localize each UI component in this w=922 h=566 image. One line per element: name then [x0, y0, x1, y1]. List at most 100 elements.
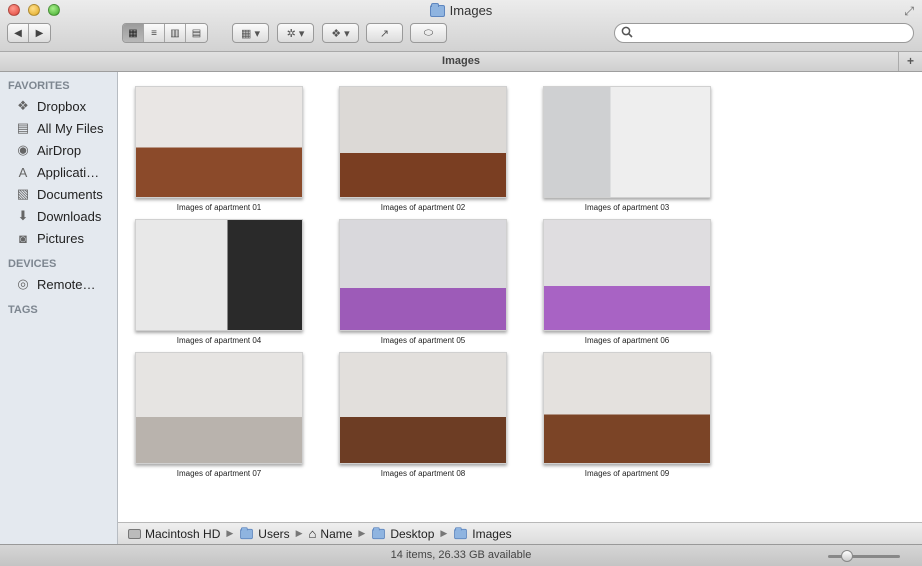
path-item[interactable]: Desktop: [371, 527, 434, 541]
tab-header: Images +: [0, 52, 922, 72]
folder-icon: [429, 2, 445, 17]
image-thumbnail[interactable]: [543, 219, 711, 331]
path-item[interactable]: Users: [239, 526, 290, 541]
status-bar: 14 items, 26.33 GB available: [0, 544, 922, 566]
disk-icon: ◎: [17, 276, 29, 291]
file-name[interactable]: Images of apartment 04: [134, 336, 304, 345]
favorite-icon: ⬇: [17, 208, 29, 223]
sidebar-item-label: Pictures: [37, 230, 84, 246]
favorite-icon: ◉: [17, 142, 29, 157]
favorite-icon: ▧: [16, 186, 30, 201]
search-field[interactable]: [614, 23, 914, 43]
tag-button[interactable]: ⬭: [410, 23, 447, 43]
back-button[interactable]: ◀: [8, 24, 29, 42]
slider-knob[interactable]: [841, 550, 853, 562]
icon-view-button[interactable]: ▦: [123, 24, 144, 42]
sidebar-item-downloads[interactable]: ⬇ Downloads: [0, 205, 117, 227]
coverflow-view-button[interactable]: ▤: [186, 24, 207, 42]
path-separator-icon: ▶: [226, 528, 234, 538]
sidebar-item-label: Downloads: [37, 208, 102, 224]
image-thumbnail[interactable]: [339, 352, 507, 464]
toolbar: Images ⤢ ◀ ▶ ▦ ≡ ▥ ▤ ▦ ▾ ✲ ▾ ❖ ▾ ↗ ⬭: [0, 0, 922, 52]
file-item[interactable]: Images of apartment 05: [338, 219, 508, 345]
file-item[interactable]: Images of apartment 09: [542, 352, 712, 478]
status-text: 14 items, 26.33 GB available: [390, 549, 532, 561]
file-item[interactable]: Images of apartment 06: [542, 219, 712, 345]
path-item-label: Users: [258, 526, 290, 541]
image-thumbnail[interactable]: [339, 86, 507, 198]
finder-window: Images ⤢ ◀ ▶ ▦ ≡ ▥ ▤ ▦ ▾ ✲ ▾ ❖ ▾ ↗ ⬭ Ima…: [0, 0, 922, 566]
folder-icon: [240, 526, 254, 539]
folder-icon: [454, 526, 468, 539]
file-item[interactable]: Images of apartment 08: [338, 352, 508, 478]
path-separator-icon: ▶: [295, 528, 303, 538]
devices-heading: DEVICES: [8, 258, 57, 270]
file-item[interactable]: Images of apartment 03: [542, 86, 712, 212]
window-title-text: Images: [449, 3, 493, 18]
image-thumbnail[interactable]: [543, 352, 711, 464]
path-separator-icon: ▶: [440, 528, 448, 538]
file-grid: Images of apartment 01 Images of apartmen…: [118, 72, 922, 522]
sidebar-item-label: Dropbox: [37, 98, 87, 114]
path-item-label: Name: [320, 526, 353, 541]
sidebar-item-applicati[interactable]: A Applicati…: [0, 161, 117, 183]
arrange-button[interactable]: ▦ ▾: [232, 23, 269, 43]
sidebar-item-remote[interactable]: ◎ Remote…: [0, 273, 117, 295]
sidebar: FAVORITES ❖ Dropbox ▤ All My Files ◉ AirDrop A…: [0, 72, 118, 544]
file-name[interactable]: Images of apartment 07: [134, 469, 304, 478]
sidebar-item-documents[interactable]: ▧ Documents: [0, 183, 117, 205]
favorite-icon: ❖: [17, 98, 29, 113]
tags-heading: TAGS: [8, 304, 38, 316]
sidebar-item-airdrop[interactable]: ◉ AirDrop: [0, 139, 117, 161]
file-item[interactable]: Images of apartment 07: [134, 352, 304, 478]
fullscreen-icon[interactable]: ⤢: [904, 4, 914, 19]
path-item-label: Images: [472, 526, 512, 541]
image-thumbnail[interactable]: [339, 219, 507, 331]
path-item[interactable]: Macintosh HD: [128, 527, 220, 541]
view-mode-segment: ▦ ≡ ▥ ▤: [122, 23, 208, 43]
image-thumbnail[interactable]: [543, 86, 711, 198]
sidebar-item-all-my-files[interactable]: ▤ All My Files: [0, 117, 117, 139]
action-button[interactable]: ✲ ▾: [277, 23, 314, 43]
favorites-heading: FAVORITES: [8, 80, 70, 92]
file-item[interactable]: Images of apartment 01: [134, 86, 304, 212]
path-item-label: Macintosh HD: [145, 526, 221, 541]
file-name[interactable]: Images of apartment 06: [542, 336, 712, 345]
path-item[interactable]: Images: [453, 526, 512, 541]
path-bar: Macintosh HD ▶ Users ▶ ⌂ Name ▶ Desktop ▶ Images: [118, 522, 922, 544]
list-view-button[interactable]: ≡: [144, 24, 165, 42]
column-view-button[interactable]: ▥: [165, 24, 186, 42]
file-name[interactable]: Images of apartment 08: [338, 469, 508, 478]
file-item[interactable]: Images of apartment 02: [338, 86, 508, 212]
forward-button[interactable]: ▶: [29, 24, 50, 42]
hard-disk-icon: [128, 528, 141, 539]
file-name[interactable]: Images of apartment 09: [542, 469, 712, 478]
window-title: Images: [0, 2, 922, 18]
share-button[interactable]: ↗: [366, 23, 403, 43]
sidebar-item-label: Remote…: [37, 276, 96, 292]
sidebar-item-pictures[interactable]: ◙ Pictures: [0, 227, 117, 249]
search-icon: [621, 26, 633, 41]
file-item[interactable]: Images of apartment 04: [134, 219, 304, 345]
file-name[interactable]: Images of apartment 05: [338, 336, 508, 345]
new-tab-button[interactable]: +: [898, 52, 922, 71]
icon-size-slider[interactable]: [828, 550, 900, 562]
search-input[interactable]: [637, 26, 907, 40]
image-thumbnail[interactable]: [135, 86, 303, 198]
image-thumbnail[interactable]: [135, 352, 303, 464]
path-item[interactable]: ⌂ Name: [309, 526, 353, 541]
favorite-icon: A: [18, 164, 28, 180]
sidebar-item-label: Documents: [37, 186, 103, 202]
sidebar-item-label: All My Files: [37, 120, 104, 136]
home-icon: ⌂: [308, 526, 317, 541]
path-separator-icon: ▶: [358, 528, 366, 538]
folder-icon: [372, 526, 386, 539]
file-name[interactable]: Images of apartment 02: [338, 203, 508, 212]
dropbox-button[interactable]: ❖ ▾: [322, 23, 359, 43]
file-name[interactable]: Images of apartment 03: [542, 203, 712, 212]
tab-title[interactable]: Images: [442, 55, 480, 67]
file-name[interactable]: Images of apartment 01: [134, 203, 304, 212]
sidebar-item-dropbox[interactable]: ❖ Dropbox: [0, 95, 117, 117]
image-thumbnail[interactable]: [135, 219, 303, 331]
sidebar-item-label: AirDrop: [37, 142, 82, 158]
